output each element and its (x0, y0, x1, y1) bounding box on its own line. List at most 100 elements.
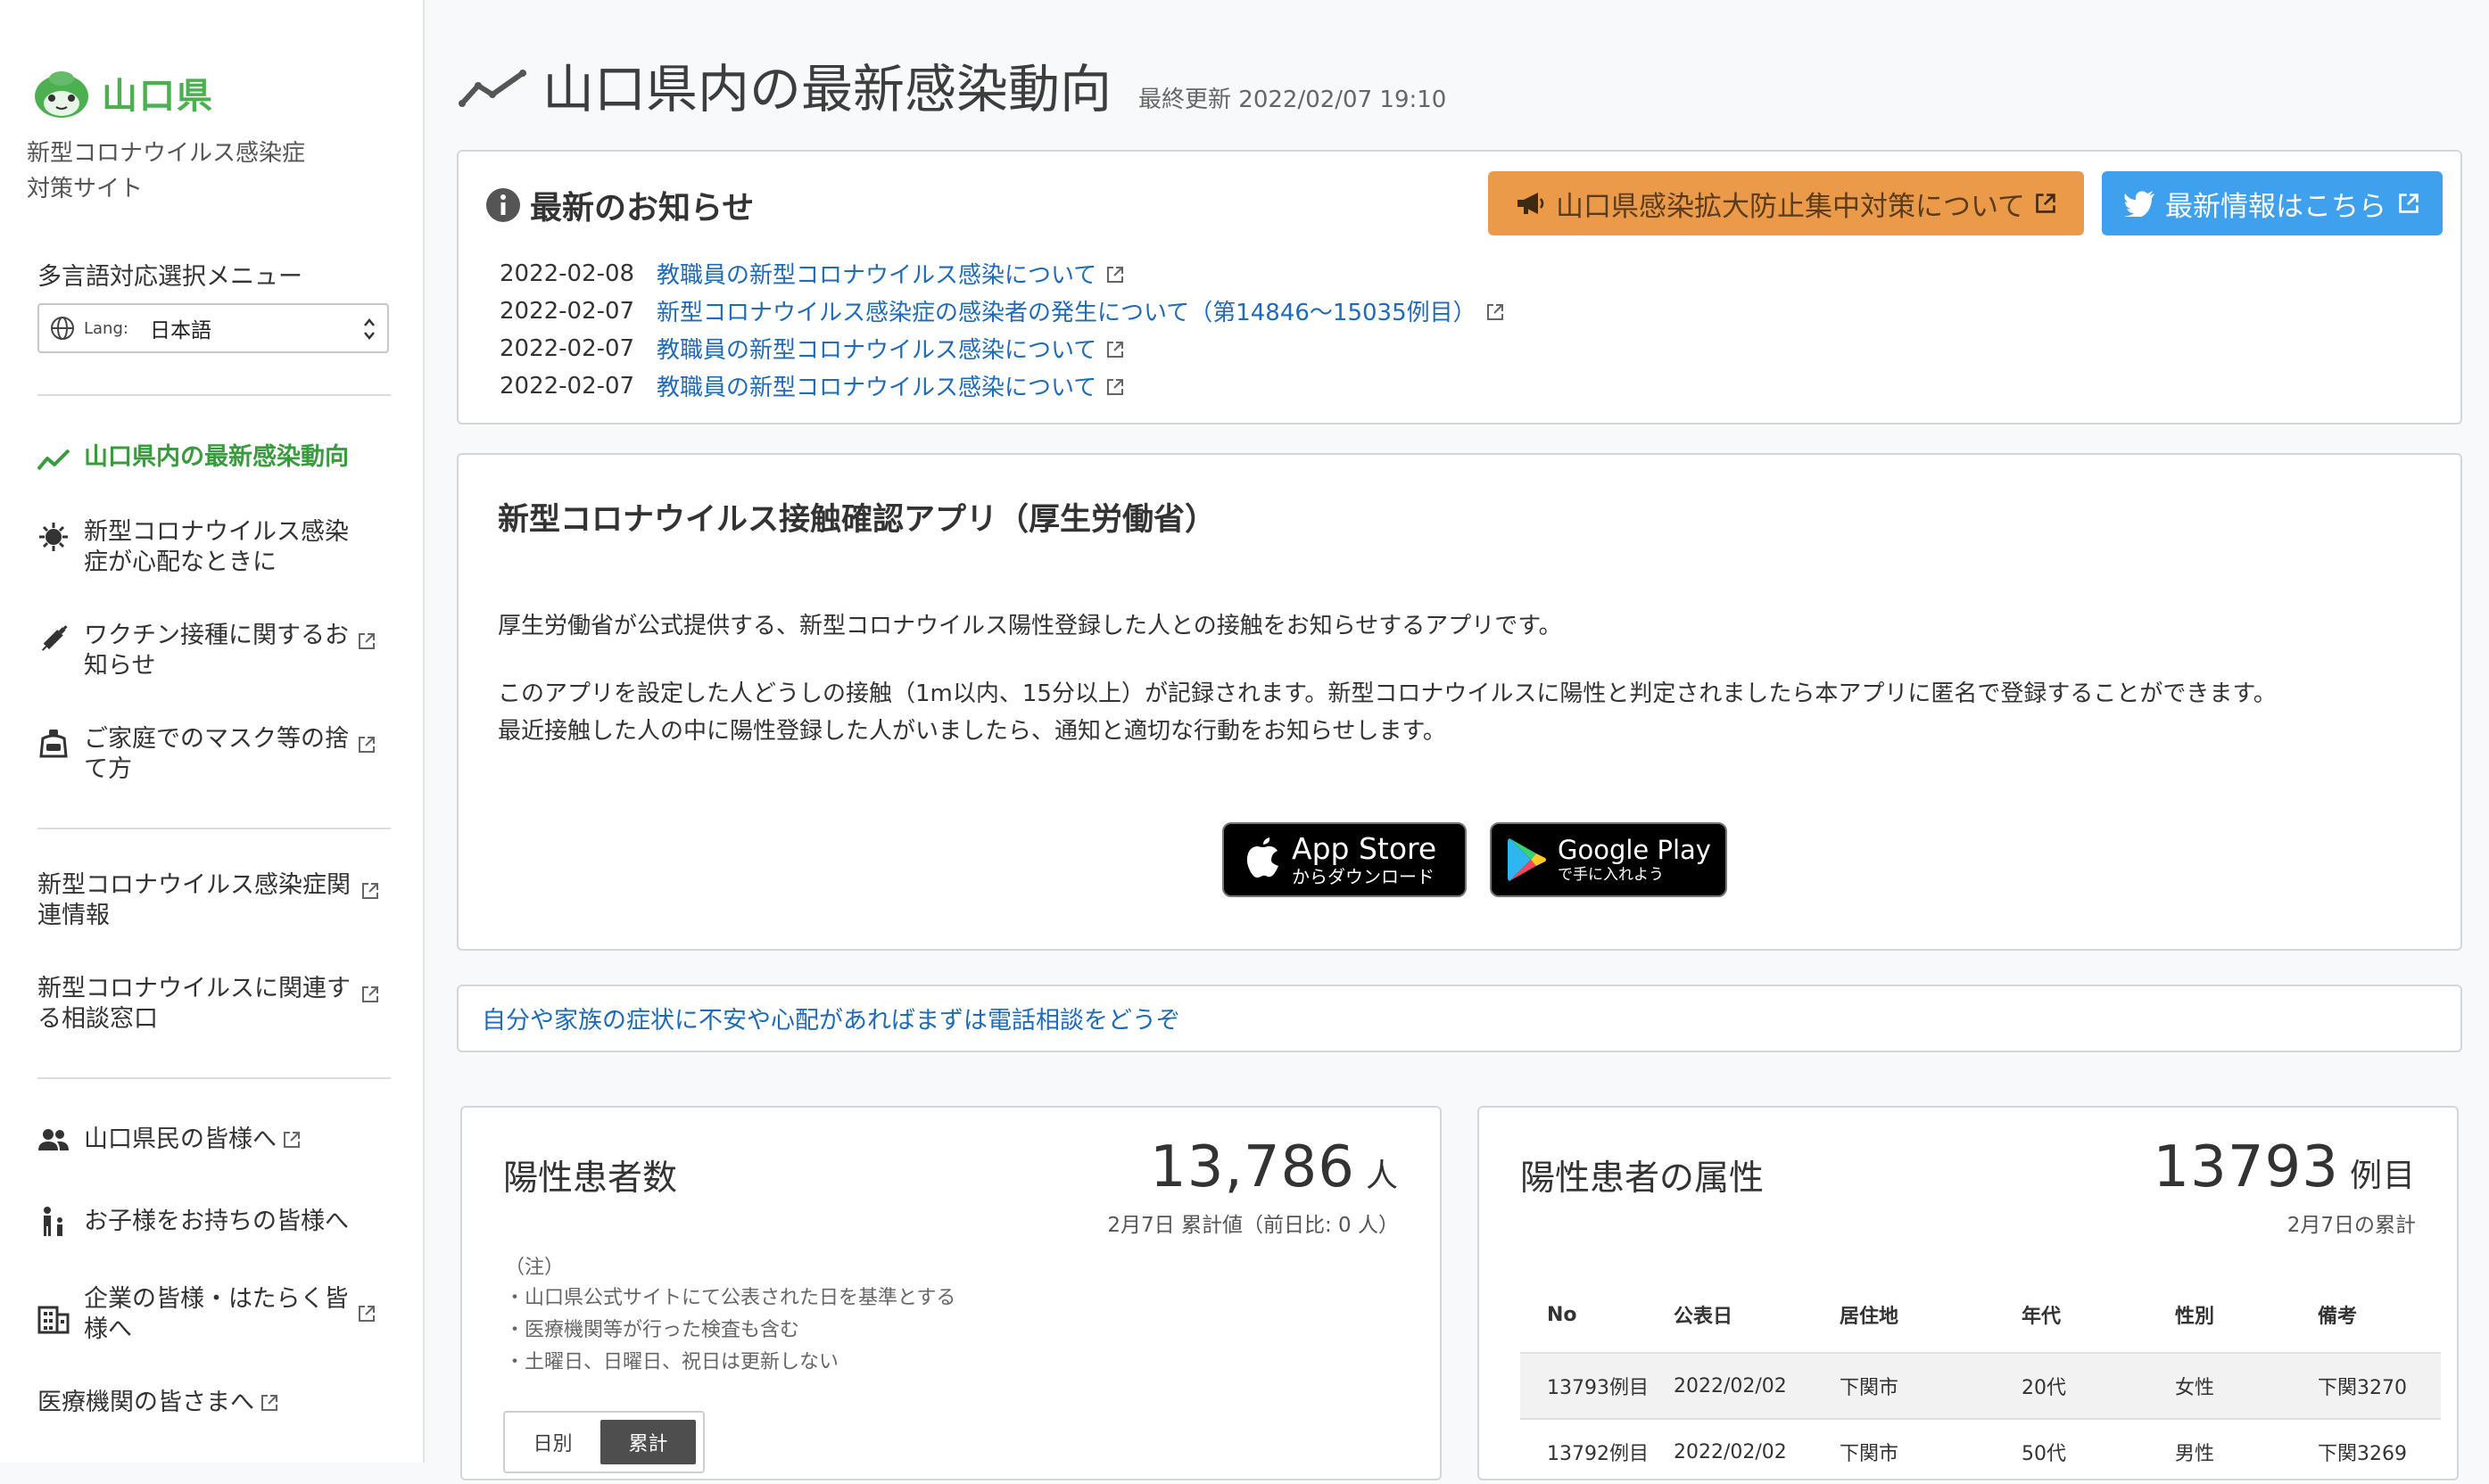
language-value: 日本語 (149, 319, 211, 342)
sidebar-item-label: ご家庭でのマスク等の捨て方 (84, 725, 349, 783)
patient-attributes-card: 陽性患者の属性 13793 例目 2月7日の累計 No 公表日 居住地 年代 性別… (1477, 1106, 2459, 1480)
sidebar-item-label: お子様をお持ちの皆様へ (84, 1208, 349, 1235)
mascot-logo-icon (35, 71, 88, 118)
table-cell: 50代 (2022, 1443, 2066, 1465)
external-link-icon (1107, 266, 1124, 283)
app-store-sub: からダウンロード (1292, 866, 1435, 887)
twitter-button[interactable]: 最新情報はこちら (2102, 171, 2443, 235)
table-cell: 20代 (2022, 1377, 2066, 1399)
column-header[interactable]: 居住地 (1840, 1300, 2022, 1329)
last-updated: 最終更新 2022/02/07 19:10 (1138, 87, 1447, 113)
sidebar-item-residents[interactable]: 山口県民の皆様へ (36, 1122, 302, 1158)
news-item: 2022-02-07 教職員の新型コロナウイルス感染について (500, 332, 1125, 365)
external-link-icon (1486, 303, 1503, 320)
consultation-banner[interactable]: 自分や家族の症状に不安や心配があればまずは電話相談をどうぞ (457, 985, 2462, 1052)
chart-line-icon (459, 70, 526, 107)
info-icon (486, 188, 520, 222)
sidebar-item-vaccine[interactable]: ワクチン接種に関するお知らせ (36, 621, 376, 681)
table-cell: 下関3270 (2318, 1377, 2407, 1399)
sidebar-item-label: 山口県内の最新感染動向 (84, 443, 349, 471)
sidebar-link-label: 新型コロナウイルスに関連する相談窓口 (37, 975, 351, 1033)
app-description: このアプリを設定した人どうしの接触（1m以内、15分以上）が記録されます。新型コ… (498, 680, 2277, 707)
app-store-button[interactable]: App Store からダウンロード (1222, 822, 1467, 897)
column-header[interactable]: 備考 (2318, 1300, 2441, 1329)
news-item: 2022-02-07 新型コロナウイルス感染症の感染者の発生について（第1484… (500, 294, 1505, 327)
brand-logo-link[interactable]: 山口県 (32, 66, 214, 120)
sidebar-item-worried[interactable]: 新型コロナウイルス感染症が心配なときに (36, 517, 371, 578)
positive-total-unit: 人 (1365, 1158, 1399, 1194)
external-link-icon (1107, 341, 1124, 358)
google-play-icon (1508, 838, 1546, 881)
news-item: 2022-02-08 教職員の新型コロナウイルス感染について (500, 257, 1125, 290)
table-cell: 下関市 (1840, 1377, 1899, 1399)
external-link-icon (359, 1306, 375, 1322)
syringe-icon (41, 625, 68, 651)
column-header[interactable]: 公表日 (1674, 1300, 1840, 1329)
people-icon (38, 1129, 69, 1150)
sidebar-item-medical[interactable]: 医療機関の皆さまへ (37, 1388, 279, 1418)
consultation-link[interactable]: 自分や家族の症状に不安や心配があればまずは電話相談をどうぞ (482, 1001, 1180, 1035)
sidebar-item-latest-trends[interactable]: 山口県内の最新感染動向 (36, 442, 371, 478)
positive-cases-card: 陽性患者数 13,786 人 2月7日 累計値（前日比: 0 人） （注） ・山口… (460, 1106, 1442, 1480)
parent-child-icon (44, 1207, 62, 1236)
chevron-updown-icon (364, 318, 375, 340)
sidebar-item-businesses[interactable]: 企業の皆様・はたらく皆様へ (36, 1284, 376, 1345)
building-icon (37, 1306, 70, 1334)
attributes-total-value: 13793 (2153, 1134, 2339, 1200)
measures-button[interactable]: 山口県感染拡大防止集中対策について (1488, 171, 2084, 235)
external-link-icon (362, 883, 378, 899)
google-play-main: Google Play (1558, 835, 1711, 865)
sidebar-item-label: 企業の皆様・はたらく皆様へ (84, 1285, 349, 1343)
divider (37, 828, 391, 829)
table-cell: 下関市 (1840, 1443, 1899, 1465)
twitter-icon (2124, 191, 2154, 217)
news-link[interactable]: 新型コロナウイルス感染症の感染者の発生について（第14846〜15035例目） (657, 294, 1476, 327)
external-link-icon (362, 986, 378, 1002)
app-store-main: App Store (1292, 831, 1437, 866)
sidebar-link-related-info[interactable]: 新型コロナウイルス感染症関連情報 (37, 870, 380, 931)
note-item: ・土曜日、日曜日、祝日は更新しない (505, 1351, 839, 1373)
attributes-total-unit: 例目 (2349, 1158, 2416, 1194)
sidebar-link-consultation[interactable]: 新型コロナウイルスに関連する相談窓口 (37, 974, 380, 1035)
language-select[interactable]: Lang: 日本語 (37, 303, 389, 353)
table-cell: 2022/02/02 (1674, 1374, 1787, 1397)
column-header[interactable]: 性別 (2175, 1300, 2318, 1329)
positive-total-sub: 2月7日 累計値（前日比: 0 人） (1107, 1214, 1399, 1237)
site-subtitle: 新型コロナウイルス感染症 対策サイト (27, 136, 305, 207)
sidebar-item-mask-disposal[interactable]: ご家庭でのマスク等の捨て方 (36, 724, 376, 785)
news-link[interactable]: 教職員の新型コロナウイルス感染について (657, 332, 1096, 365)
external-link-icon (261, 1395, 277, 1411)
card-title: 陽性患者の属性 (1520, 1158, 1765, 1199)
external-link-icon (2399, 194, 2419, 213)
sidebar-item-label: ワクチン接種に関するお知らせ (84, 622, 349, 680)
news-title: 最新のお知らせ (530, 190, 755, 227)
news-link[interactable]: 教職員の新型コロナウイルス感染について (657, 257, 1096, 290)
toggle-daily[interactable]: 日別 (505, 1413, 600, 1472)
daily-cumulative-toggle: 日別 累計 (503, 1411, 705, 1473)
news-date: 2022-02-07 (500, 297, 635, 325)
sidebar-item-parents[interactable]: お子様をお持ちの皆様へ (36, 1204, 349, 1240)
brand-name: 山口県 (102, 76, 214, 117)
page-header: 山口県内の最新感染動向 最終更新 2022/02/07 19:10 (459, 55, 1446, 123)
google-play-sub: で手に入れよう (1558, 866, 1664, 884)
table-row: 13792例目 2022/02/02 下関市 50代 男性 下関3269 (1520, 1418, 2441, 1484)
globe-icon (51, 317, 74, 340)
sidebar-item-label: 医療機関の皆さまへ (37, 1389, 254, 1416)
column-header[interactable]: 年代 (2022, 1300, 2175, 1329)
note-item: ・山口県公式サイトにて公表された日を基準とする (505, 1287, 956, 1309)
external-link-icon (284, 1132, 300, 1148)
toggle-cumulative[interactable]: 累計 (600, 1420, 696, 1464)
contact-app-card: 新型コロナウイルス接触確認アプリ（厚生労働省） 厚生労働省が公式提供する、新型コ… (457, 453, 2462, 951)
table-cell: 13793例目 (1547, 1377, 1649, 1399)
language-label: Lang: (84, 318, 128, 338)
attributes-table: No 公表日 居住地 年代 性別 備考 13793例目 2022/02/02 下… (1520, 1277, 2441, 1484)
external-link-icon (1107, 378, 1124, 395)
attributes-total-sub: 2月7日の累計 (2286, 1214, 2416, 1237)
sidebar-item-label: 山口県民の皆様へ (84, 1125, 277, 1153)
google-play-button[interactable]: Google Play で手に入れよう (1490, 822, 1727, 897)
news-link[interactable]: 教職員の新型コロナウイルス感染について (657, 369, 1096, 402)
site-subtitle-line1: 新型コロナウイルス感染症 (27, 140, 306, 167)
twitter-button-label: 最新情報はこちら (2165, 190, 2386, 223)
column-header[interactable]: No (1520, 1304, 1674, 1326)
language-menu-title: 多言語対応選択メニュー (37, 263, 302, 291)
